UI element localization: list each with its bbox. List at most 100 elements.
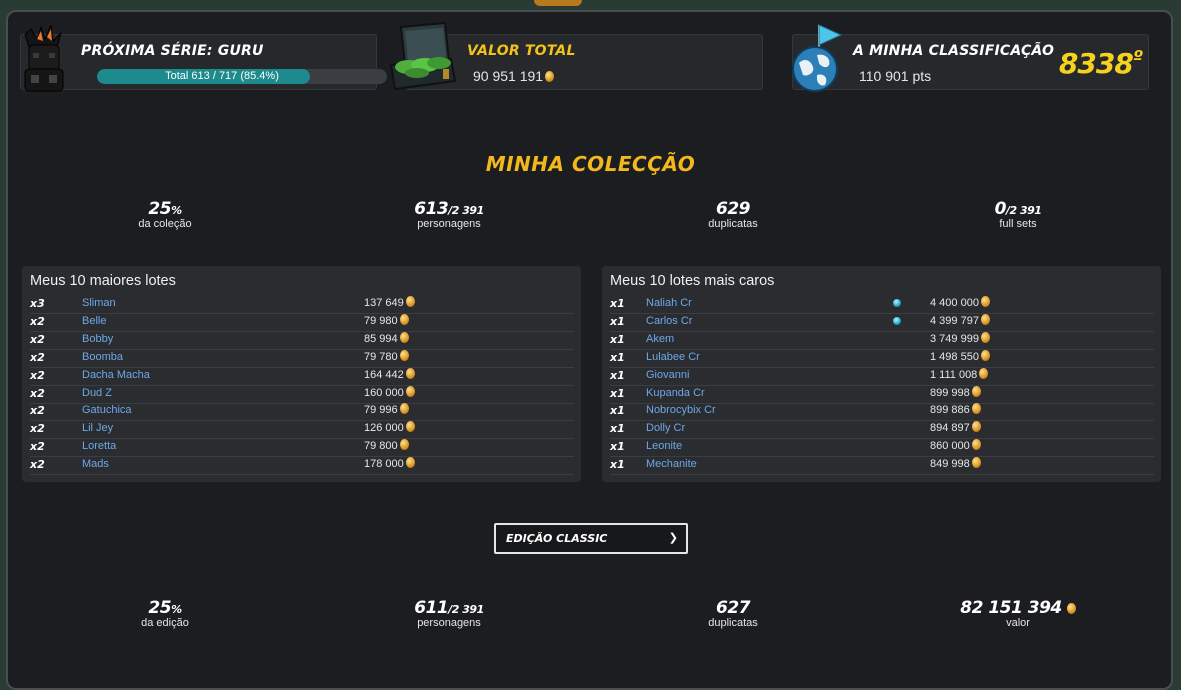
lot-price-value: 137 649 xyxy=(364,297,404,309)
collection-title: MINHA COLECÇÃO xyxy=(485,152,696,176)
stat-number: 82 151 394 xyxy=(960,598,1062,618)
lot-quantity: x2 xyxy=(30,350,45,364)
lot-name-link[interactable]: Dacha Macha xyxy=(82,367,150,384)
lot-price: 79 780 xyxy=(364,349,409,366)
edition-stat-personagens: 611/2 391 personagens xyxy=(369,598,529,629)
lot-quantity: x1 xyxy=(610,458,625,472)
lot-name-link[interactable]: Gatuchica xyxy=(82,402,132,419)
lot-name-link[interactable]: Giovanni xyxy=(646,367,689,384)
total-value-card: VALOR TOTAL 90 951 191 xyxy=(389,21,763,91)
lot-price-value: 79 996 xyxy=(364,404,398,417)
lot-name-link[interactable]: Mechanite xyxy=(646,456,697,473)
lot-quantity: x1 xyxy=(610,422,625,436)
lot-name-link[interactable]: Dolly Cr xyxy=(646,420,685,437)
coin-icon xyxy=(979,367,989,379)
stat-label: duplicatas xyxy=(708,218,758,230)
lot-name-link[interactable]: Loretta xyxy=(82,438,116,455)
lot-quantity: x2 xyxy=(30,368,45,382)
lot-name-link[interactable]: Akem xyxy=(646,331,674,348)
rank-suffix: º xyxy=(1132,47,1143,68)
lot-row: x1 Lulabee Cr 1 498 550 xyxy=(610,349,1154,368)
lot-name-link[interactable]: Nobrocybix Cr xyxy=(646,402,716,419)
lot-price: 4 399 797 xyxy=(930,313,990,330)
lot-price-value: 79 780 xyxy=(364,350,398,363)
stat-label: personagens xyxy=(417,617,481,629)
lot-price: 85 994 xyxy=(364,331,409,348)
edition-select-label: EDIÇÃO CLASSIC xyxy=(506,532,608,545)
ranking-position: 8338º xyxy=(1059,47,1143,80)
coin-icon xyxy=(399,331,409,343)
lot-price-value: 178 000 xyxy=(364,458,404,471)
collection-stat-value: 0/2 391 xyxy=(938,199,1098,219)
lot-price-value: 860 000 xyxy=(930,440,970,453)
edition-select[interactable]: EDIÇÃO CLASSIC ❯ xyxy=(494,523,688,554)
edition-stat-value: 627 xyxy=(653,598,813,618)
lot-name-link[interactable]: Dud Z xyxy=(82,385,112,402)
coin-icon xyxy=(971,439,981,451)
lot-name-link[interactable]: Bobby xyxy=(82,331,113,348)
lot-quantity: x3 xyxy=(30,297,45,310)
stat-label: da coleção xyxy=(138,218,192,230)
lot-row: x1 Kupanda Cr 899 998 xyxy=(610,385,1154,404)
lot-quantity: x1 xyxy=(610,386,625,400)
next-series-title: PRÓXIMA SÉRIE: GURU xyxy=(81,43,264,59)
lot-price-value: 1 111 008 xyxy=(930,368,978,381)
lot-name-link[interactable]: Boomba xyxy=(82,349,123,366)
collection-stat-full-sets: 0/2 391 full sets xyxy=(938,199,1098,230)
lot-name-link[interactable]: Naliah Cr xyxy=(646,295,692,312)
lot-price-value: 79 980 xyxy=(364,314,398,327)
lot-name-link[interactable]: Lil Jey xyxy=(82,420,113,437)
lot-row: x2 Boomba 79 780 xyxy=(30,349,574,368)
lot-price: 3 749 999 xyxy=(930,331,990,348)
edition-stat-value: 25% xyxy=(85,598,245,618)
globe-flag-icon xyxy=(792,24,843,92)
lot-row: x2 Lil Jey 126 000 xyxy=(30,420,574,440)
lot-price: 79 800 xyxy=(364,438,409,455)
edition-stat-value: 82 151 394 xyxy=(938,598,1098,618)
lot-name-link[interactable]: Lulabee Cr xyxy=(646,349,700,366)
lot-name-link[interactable]: Sliman xyxy=(82,295,116,312)
lot-quantity: x1 xyxy=(610,404,625,418)
lot-quantity: x2 xyxy=(30,458,45,472)
stat-label: da edição xyxy=(141,617,189,629)
lot-quantity: x2 xyxy=(30,314,45,328)
coin-icon xyxy=(971,457,981,469)
lot-price: 164 442 xyxy=(364,367,415,384)
stat-number: 611 xyxy=(414,598,449,618)
lot-price-value: 164 442 xyxy=(364,368,404,381)
coin-icon xyxy=(971,421,981,433)
coin-icon xyxy=(405,367,415,379)
stat-number: 627 xyxy=(716,598,751,618)
series-progress-bar: Total 613 / 717 (85.4%) xyxy=(97,69,387,84)
largest-lots-panel: Meus 10 maiores lotes x3 Sliman 137 649 x2 B… xyxy=(22,266,581,482)
lot-name-link[interactable]: Mads xyxy=(82,456,109,473)
next-series-card: PRÓXIMA SÉRIE: GURU Total 613 / 717 (85.… xyxy=(20,25,387,92)
stat-unit: % xyxy=(171,603,182,616)
lot-row: x3 Sliman 137 649 xyxy=(30,295,574,314)
stat-unit: /2 391 xyxy=(448,204,484,217)
lot-name-link[interactable]: Leonite xyxy=(646,438,682,455)
series-progress-text: Total 613 / 717 (85.4%) xyxy=(165,70,279,82)
lot-quantity: x1 xyxy=(610,440,625,454)
edition-stat-valor: 82 151 394 valor xyxy=(938,598,1098,629)
stat-unit: % xyxy=(171,204,182,217)
lot-price: 894 897 xyxy=(930,420,981,437)
expensive-lots-panel: Meus 10 lotes mais caros x1 Naliah Cr 4 40… xyxy=(602,266,1161,482)
coin-icon xyxy=(971,385,981,397)
stat-number: 629 xyxy=(716,199,751,219)
collection-stat-value: 613/2 391 xyxy=(369,199,529,219)
lot-name-link[interactable]: Carlos Cr xyxy=(646,313,692,330)
ranking-title: A MINHA CLASSIFICAÇÃO xyxy=(853,43,1055,59)
coin-icon xyxy=(980,331,990,343)
lot-quantity: x2 xyxy=(30,440,45,454)
coin-icon xyxy=(399,313,409,325)
lot-row: x1 Akem 3 749 999 xyxy=(610,331,1154,350)
stat-unit: /2 391 xyxy=(1005,204,1042,217)
lot-price: 1 111 008 xyxy=(930,367,989,384)
coin-icon xyxy=(971,403,981,415)
ranking-points: 110 901 pts xyxy=(859,68,932,84)
lot-quantity: x1 xyxy=(610,297,625,310)
lot-name-link[interactable]: Belle xyxy=(82,313,106,330)
lot-name-link[interactable]: Kupanda Cr xyxy=(646,385,705,402)
lot-price-value: 894 897 xyxy=(930,422,970,435)
